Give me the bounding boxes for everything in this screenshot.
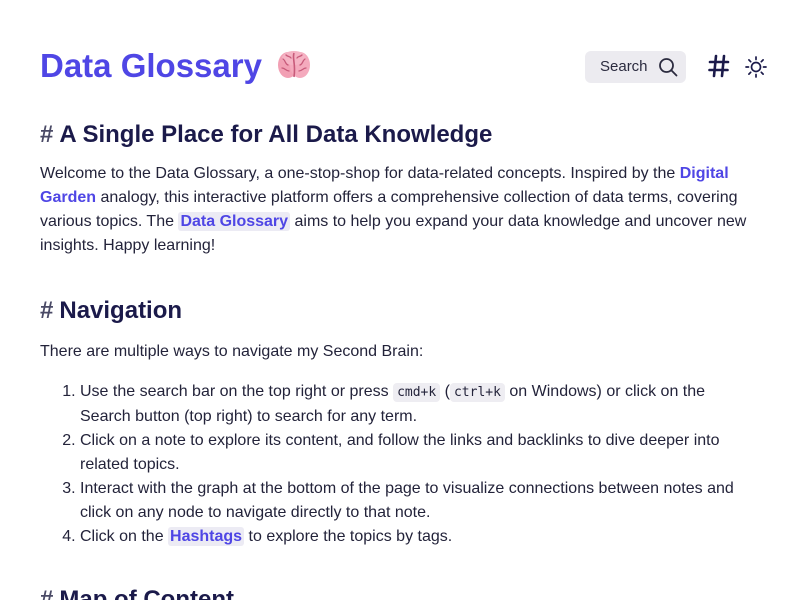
heading-anchor-icon[interactable]: # (40, 297, 53, 324)
section-title: Navigation (59, 297, 183, 324)
intro-paragraph: Welcome to the Data Glossary, a one-stop… (40, 162, 760, 258)
list-item: Interact with the graph at the bottom of… (80, 477, 760, 525)
list-item-text: Interact with the graph at the bottom of… (80, 480, 734, 521)
heading-anchor-icon[interactable]: # (40, 121, 53, 148)
navigation-list: Use the search bar on the top right or p… (40, 380, 760, 549)
main-content: # A Single Place for All Data Knowledge W… (40, 116, 760, 600)
list-item: Use the search bar on the top right or p… (80, 380, 760, 429)
section-title: Map of Content (59, 586, 234, 600)
search-label: Search (600, 58, 648, 75)
section-heading-navigation: # Navigation (40, 292, 760, 330)
shortcut-code: ctrl+k (449, 383, 505, 402)
brain-icon (278, 51, 311, 78)
list-item-text: Use the search bar on the top right or p… (80, 383, 394, 400)
paragraph-text: Welcome to the Data Glossary, a one-stop… (40, 165, 680, 182)
header: Data Glossary Search (40, 44, 770, 90)
list-item-text: to explore the topics by tags. (244, 528, 453, 545)
list-item: Click on a note to explore its content, … (80, 429, 760, 477)
list-item: Click on the Hashtags to explore the top… (80, 525, 760, 549)
site-title-link[interactable]: Data Glossary (40, 44, 311, 88)
section-title: A Single Place for All Data Knowledge (59, 121, 493, 148)
heading-anchor-icon[interactable]: # (40, 586, 53, 600)
list-item-text: ( (440, 383, 450, 400)
list-item-text: Click on a note to explore its content, … (80, 432, 720, 473)
shortcut-code: cmd+k (393, 383, 441, 402)
navigation-lead: There are multiple ways to navigate my S… (40, 343, 424, 360)
hashtag-icon[interactable] (708, 52, 730, 80)
data-glossary-link[interactable]: Data Glossary (178, 212, 291, 231)
section-heading-map-of-content: # Map of Content (40, 581, 760, 600)
site-title: Data Glossary (40, 47, 262, 84)
search-icon (659, 58, 678, 77)
sun-icon[interactable] (745, 56, 767, 78)
page: Data Glossary Search # A Single Place fo… (0, 0, 800, 600)
hashtags-link[interactable]: Hashtags (168, 527, 245, 546)
search-button[interactable]: Search (585, 51, 686, 83)
list-item-text: Click on the (80, 528, 169, 545)
section-heading-intro: # A Single Place for All Data Knowledge (40, 116, 760, 154)
